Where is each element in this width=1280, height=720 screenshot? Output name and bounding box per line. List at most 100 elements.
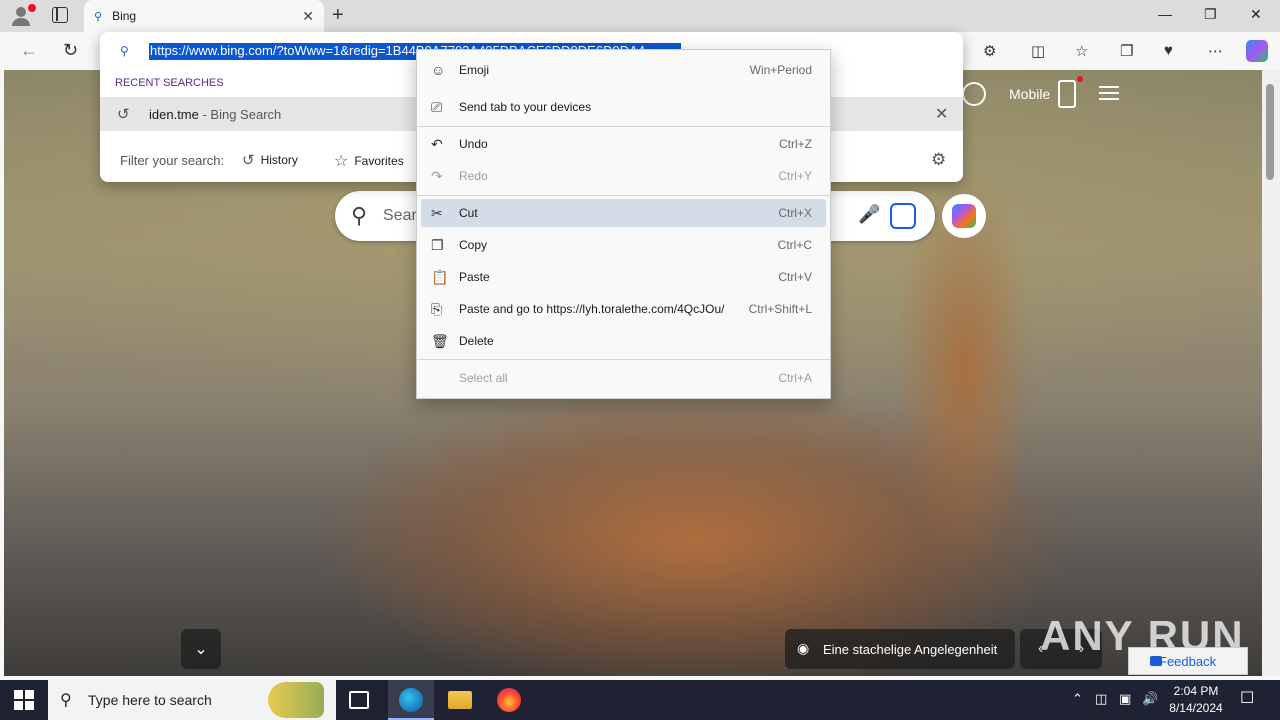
browser-essentials-icon[interactable]: ♥: [1164, 42, 1173, 59]
chevron-down-icon: ⌄: [194, 641, 208, 658]
filter-favorites-label: Favorites: [354, 154, 404, 168]
menu-item-label: Delete: [459, 334, 494, 348]
filter-label: Filter your search:: [120, 153, 225, 168]
menu-separator: [417, 195, 830, 196]
star-icon: ☆: [334, 153, 349, 170]
remove-recent-icon[interactable]: ✕: [935, 104, 948, 124]
redo-icon: ↷: [431, 167, 443, 184]
battery-icon[interactable]: ◫: [1095, 691, 1107, 707]
menu-item-send-tab[interactable]: ⎚ Send tab to your devices: [421, 93, 826, 121]
paste-icon: 📋: [431, 268, 449, 285]
restore-button[interactable]: ❐: [1204, 6, 1217, 23]
feedback-icon: [1150, 656, 1162, 666]
menu-item-label: Undo: [459, 137, 488, 151]
notifications-icon[interactable]: ☐: [1240, 688, 1254, 708]
tab-actions-icon[interactable]: [52, 7, 68, 23]
clock-time: 2:04 PM: [1173, 684, 1219, 698]
scissors-icon: ✂: [431, 204, 443, 221]
close-window-button[interactable]: ✕: [1250, 6, 1262, 23]
location-pin-icon: ◉: [797, 640, 810, 656]
image-title-text: Eine stachelige Angelegenheit: [823, 641, 998, 657]
copilot-button[interactable]: [942, 194, 986, 238]
menu-item-shortcut: Win+Period: [749, 63, 812, 77]
gear-icon[interactable]: ⚙: [931, 150, 946, 170]
undo-icon: ↶: [431, 135, 443, 152]
history-icon: ↺: [242, 152, 255, 169]
visual-search-icon[interactable]: [890, 203, 916, 229]
menu-item-cut[interactable]: ✂ Cut Ctrl+X: [421, 199, 826, 227]
taskbar-clock[interactable]: 2:04 PM 8/14/2024: [1166, 683, 1226, 717]
copilot-icon[interactable]: [1246, 40, 1268, 62]
firefox-icon[interactable]: [497, 688, 521, 712]
collections-icon[interactable]: ❐: [1120, 42, 1133, 60]
menu-item-copy[interactable]: ❐ Copy Ctrl+C: [421, 231, 826, 259]
menu-item-shortcut: Ctrl+V: [778, 270, 812, 284]
new-tab-button[interactable]: +: [332, 4, 344, 27]
feedback-button[interactable]: Feedback: [1128, 647, 1248, 675]
copilot-logo-icon: [952, 204, 976, 228]
history-icon: ↺: [117, 106, 130, 123]
search-icon: ⚲: [94, 10, 103, 23]
refresh-icon[interactable]: ↻: [63, 40, 78, 61]
recent-searches-label: RECENT SEARCHES: [115, 77, 224, 89]
rewards-icon[interactable]: [962, 82, 986, 106]
tab-bing[interactable]: ⚲ Bing ✕: [84, 0, 324, 32]
menu-item-select-all[interactable]: Select all Ctrl+A: [421, 364, 826, 392]
menu-item-emoji[interactable]: ☺ Emoji Win+Period: [421, 56, 826, 84]
favorites-icon[interactable]: ☆: [1075, 42, 1088, 60]
filter-history-button[interactable]: ↺ History: [242, 151, 298, 169]
menu-item-redo[interactable]: ↷ Redo Ctrl+Y: [421, 162, 826, 190]
recent-search-text: iden.tme - Bing Search: [149, 107, 281, 122]
menu-item-label: Redo: [459, 169, 488, 183]
back-icon[interactable]: ←: [20, 40, 38, 61]
recent-query: iden.tme: [149, 107, 199, 122]
send-device-icon: ⎚: [431, 98, 443, 115]
taskbar-search-placeholder: Type here to search: [88, 692, 212, 708]
edge-icon[interactable]: [399, 688, 423, 712]
menu-item-label: Emoji: [459, 63, 490, 77]
menu-separator: [417, 359, 830, 360]
filter-history-label: History: [260, 153, 298, 167]
search-highlight-icon[interactable]: [268, 682, 324, 718]
phone-icon[interactable]: [1058, 80, 1076, 108]
volume-icon[interactable]: 🔊: [1142, 691, 1158, 707]
context-menu: ☺ Emoji Win+Period ⎚ Send tab to your de…: [416, 49, 831, 399]
file-explorer-icon[interactable]: [448, 691, 472, 709]
network-icon[interactable]: ▣: [1119, 691, 1131, 707]
extensions-icon[interactable]: ⚙: [983, 42, 996, 60]
menu-item-label: Send tab to your devices: [459, 100, 592, 114]
scroll-down-button[interactable]: ⌄: [181, 629, 221, 669]
copy-icon: ❐: [431, 236, 444, 253]
menu-item-shortcut: Ctrl+A: [778, 371, 812, 385]
search-icon: ⚲: [60, 692, 72, 709]
scrollbar-thumb[interactable]: [1266, 84, 1274, 180]
menu-separator: [417, 126, 830, 127]
search-icon: ⚲: [351, 203, 368, 228]
more-options-icon[interactable]: ⋯: [1208, 42, 1223, 60]
menu-item-shortcut: Ctrl+Y: [778, 169, 812, 183]
task-view-icon[interactable]: [349, 691, 369, 709]
menu-item-label: Select all: [459, 371, 508, 385]
menu-item-undo[interactable]: ↶ Undo Ctrl+Z: [421, 130, 826, 158]
tab-title: Bing: [112, 9, 137, 23]
paste-go-icon: ⎘: [431, 300, 443, 317]
microphone-icon[interactable]: 🎤: [858, 204, 880, 225]
windows-start-icon[interactable]: [14, 690, 34, 710]
tab-close-icon[interactable]: ✕: [302, 8, 314, 25]
image-title-button[interactable]: Eine stachelige Angelegenheit: [785, 629, 1015, 669]
menu-item-delete[interactable]: 🗑 Delete: [421, 327, 826, 355]
split-screen-icon[interactable]: ◫: [1031, 42, 1045, 60]
menu-icon[interactable]: [1099, 86, 1119, 100]
mobile-label[interactable]: Mobile: [1009, 86, 1050, 102]
chevron-up-icon[interactable]: ⌃: [1072, 691, 1083, 707]
menu-item-paste-and-go[interactable]: ⎘ Paste and go to https://lyh.toralethe.…: [421, 295, 826, 323]
minimize-button[interactable]: —: [1158, 6, 1172, 22]
menu-item-shortcut: Ctrl+C: [777, 238, 812, 252]
menu-item-paste[interactable]: 📋 Paste Ctrl+V: [421, 263, 826, 291]
menu-item-label: Cut: [459, 206, 478, 220]
menu-item-label: Paste: [459, 270, 490, 284]
emoji-icon: ☺: [431, 62, 446, 78]
recent-suffix: - Bing Search: [198, 107, 282, 122]
menu-item-shortcut: Ctrl+Z: [779, 137, 812, 151]
filter-favorites-button[interactable]: ☆ Favorites: [334, 151, 404, 171]
